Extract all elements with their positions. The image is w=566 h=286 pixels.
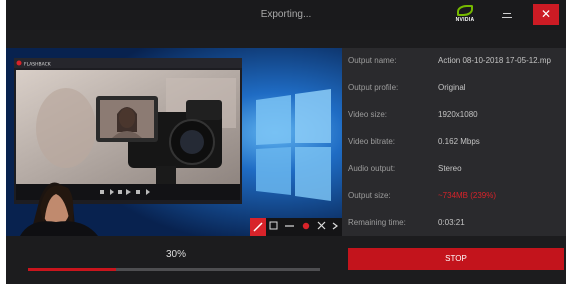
- detail-value: Original: [438, 83, 466, 92]
- detail-row: Output name: Action 08-10-2018 17-05-12.m…: [342, 49, 566, 75]
- detail-value: ~734MB (239%): [438, 191, 497, 200]
- nvidia-logo: NVIDIA: [453, 5, 477, 25]
- recorder-window: FLASHBACK: [14, 58, 242, 204]
- progress-percent: 30%: [165, 249, 186, 260]
- detail-value: Action 08-10-2018 17-05-12.mp: [438, 56, 551, 65]
- stop-button[interactable]: STOP: [348, 248, 564, 270]
- stop-button-label: STOP: [445, 254, 467, 263]
- minimize-icon: [503, 13, 511, 14]
- minimize-button[interactable]: [496, 5, 518, 25]
- detail-value: 1920x1080: [438, 110, 478, 119]
- detail-row: Output profile: Original: [342, 76, 566, 102]
- export-window: Exporting... NVIDIA ✕ FLASHBACK Output n…: [6, 0, 566, 284]
- export-details-panel: Output name: Action 08-10-2018 17-05-12.m…: [342, 48, 566, 236]
- export-footer: 30% STOP: [6, 236, 566, 284]
- detail-row: Remaining time: 0:03:21: [342, 211, 566, 237]
- detail-row: Video size: 1920x1080: [342, 103, 566, 129]
- minimize-icon-base: [502, 17, 512, 18]
- recorder-app-name: FLASHBACK: [24, 62, 52, 68]
- detail-value: 0:03:21: [438, 218, 465, 227]
- detail-row: Video bitrate: 0.162 Mbps: [342, 130, 566, 156]
- progress-bar: [28, 268, 320, 271]
- detail-label: Output size:: [348, 191, 391, 200]
- progress-fill: [28, 268, 116, 271]
- window-title: Exporting...: [260, 9, 312, 20]
- detail-label: Output name:: [348, 56, 397, 65]
- detail-label: Video size:: [348, 110, 387, 119]
- detail-row: Output size: ~734MB (239%): [342, 184, 566, 210]
- detail-row: Audio output: Stereo: [342, 157, 566, 183]
- detail-label: Remaining time:: [348, 218, 406, 227]
- nvidia-eye-icon: [457, 5, 473, 16]
- close-icon: ✕: [540, 7, 552, 21]
- preview-frame: FLASHBACK: [6, 48, 342, 236]
- detail-value: 0.162 Mbps: [438, 137, 480, 146]
- nvidia-logo-text: NVIDIA: [455, 17, 475, 23]
- detail-label: Video bitrate:: [348, 137, 395, 146]
- annotation-toolbar: [250, 218, 342, 236]
- detail-label: Audio output:: [348, 164, 396, 173]
- detail-label: Output profile:: [348, 83, 399, 92]
- close-button[interactable]: ✕: [533, 4, 559, 25]
- video-preview: FLASHBACK: [6, 48, 342, 236]
- detail-value: Stereo: [438, 164, 462, 173]
- title-bar: Exporting... NVIDIA ✕: [6, 0, 566, 30]
